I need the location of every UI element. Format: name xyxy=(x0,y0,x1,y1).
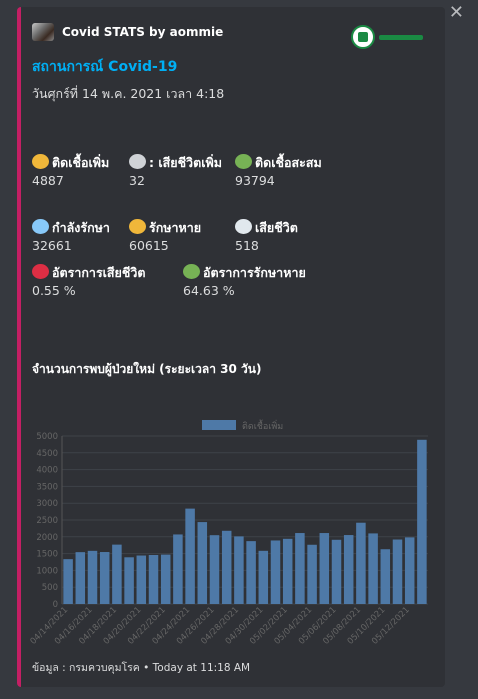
y-tick-label: 4500 xyxy=(36,449,58,459)
bar xyxy=(404,537,415,604)
field-value: 64.63 % xyxy=(183,283,235,298)
bar xyxy=(417,439,427,604)
field-name: อัตราการรักษาหาย xyxy=(203,265,306,280)
author-avatar xyxy=(32,23,54,41)
bar xyxy=(368,533,378,604)
cross-mark-icon xyxy=(32,264,49,279)
embed-author: Covid STATS by aommie xyxy=(32,23,223,41)
logo-emblem-icon xyxy=(351,25,375,49)
y-tick-label: 3000 xyxy=(36,499,58,509)
field-name: อัตราการเสียชีวิต xyxy=(52,265,146,280)
hospital-icon xyxy=(32,219,49,234)
bar xyxy=(185,508,195,604)
bar xyxy=(270,540,281,604)
field-name: ติดเชื้อสะสม xyxy=(255,155,322,170)
bar xyxy=(197,522,208,604)
skull-crossbones-icon xyxy=(129,154,146,169)
y-tick-label: 0 xyxy=(53,600,58,610)
field-name: เสียชีวิต xyxy=(255,220,298,235)
skull-icon xyxy=(235,219,252,234)
bar xyxy=(356,522,366,604)
field-value: 0.55 % xyxy=(32,283,76,298)
embed-title[interactable]: สถานการณ์ Covid-19 xyxy=(32,56,177,78)
bar xyxy=(343,535,354,604)
field-value: 518 xyxy=(235,238,259,253)
check-mark-icon xyxy=(183,264,200,279)
field-new-deaths: : เสียชีวิตเพิ่ม 32 xyxy=(129,154,229,189)
bar xyxy=(75,552,86,604)
field-name: ติดเชื้อเพิ่ม xyxy=(52,155,110,170)
embed-footer: ข้อมูล : กรมควบคุมโรค • Today at 11:18 A… xyxy=(32,662,251,674)
field-name: : เสียชีวิตเพิ่ม xyxy=(149,155,222,170)
field-name: กำลังรักษา xyxy=(52,220,110,235)
microbe-icon xyxy=(235,154,252,169)
bar xyxy=(124,557,134,604)
bar xyxy=(63,559,73,604)
y-tick-label: 1500 xyxy=(36,550,58,560)
legend-swatch xyxy=(202,420,236,430)
field-total-cases: ติดเชื้อสะสม 93794 xyxy=(235,154,365,189)
bar xyxy=(331,539,342,604)
bar xyxy=(234,536,244,604)
bar xyxy=(380,549,391,604)
bar xyxy=(319,533,330,604)
close-icon[interactable]: ✕ xyxy=(449,4,464,22)
logo-text-mark xyxy=(379,34,423,40)
y-tick-label: 2000 xyxy=(36,533,58,543)
y-tick-label: 500 xyxy=(42,583,58,593)
bar xyxy=(221,530,232,604)
sick-face-icon xyxy=(32,154,49,169)
bar xyxy=(295,533,305,604)
field-value: 93794 xyxy=(235,173,275,188)
bar xyxy=(209,535,220,604)
bar xyxy=(160,554,171,604)
field-death-rate: อัตราการเสียชีวิต 0.55 % xyxy=(32,264,182,299)
new-cases-chart: ติดเชื้อเพิ่ม050010001500200025003000350… xyxy=(29,412,430,662)
bar xyxy=(246,541,256,604)
bar xyxy=(173,534,183,604)
department-logo xyxy=(351,23,425,51)
bar xyxy=(282,538,293,604)
bar xyxy=(112,544,122,604)
chart-heading: จำนวนการพบผู้ป่วยใหม่ (ระยะเวลา 30 วัน) xyxy=(32,362,262,376)
author-name: Covid STATS by aommie xyxy=(62,25,224,39)
embed-description: วันศุกร์ที่ 14 พ.ค. 2021 เวลา 4:18 xyxy=(32,86,225,101)
y-tick-label: 1000 xyxy=(36,566,58,576)
y-tick-label: 3500 xyxy=(36,482,58,492)
bar xyxy=(99,552,110,604)
field-deaths: เสียชีวิต 518 xyxy=(235,219,365,254)
bar xyxy=(87,550,98,604)
bar xyxy=(392,539,403,604)
y-tick-label: 2500 xyxy=(36,516,58,526)
field-recovery-rate: อัตราการรักษาหาย 64.63 % xyxy=(183,264,353,299)
y-tick-label: 4000 xyxy=(36,466,58,476)
chart-image[interactable]: ติดเชื้อเพิ่ม 0 500 1000 1500 2000 2500 3000 350… xyxy=(29,412,430,662)
bar xyxy=(307,544,317,604)
covid-embed: Covid STATS by aommie สถานการณ์ Covid-19… xyxy=(17,7,445,687)
bar xyxy=(136,555,147,604)
field-value: 32 xyxy=(129,173,145,188)
field-name: รักษาหาย xyxy=(149,220,202,235)
y-tick-label: 5000 xyxy=(36,432,58,442)
flexed-bicep-icon xyxy=(129,219,146,234)
bar xyxy=(148,555,159,604)
bar xyxy=(258,550,269,604)
